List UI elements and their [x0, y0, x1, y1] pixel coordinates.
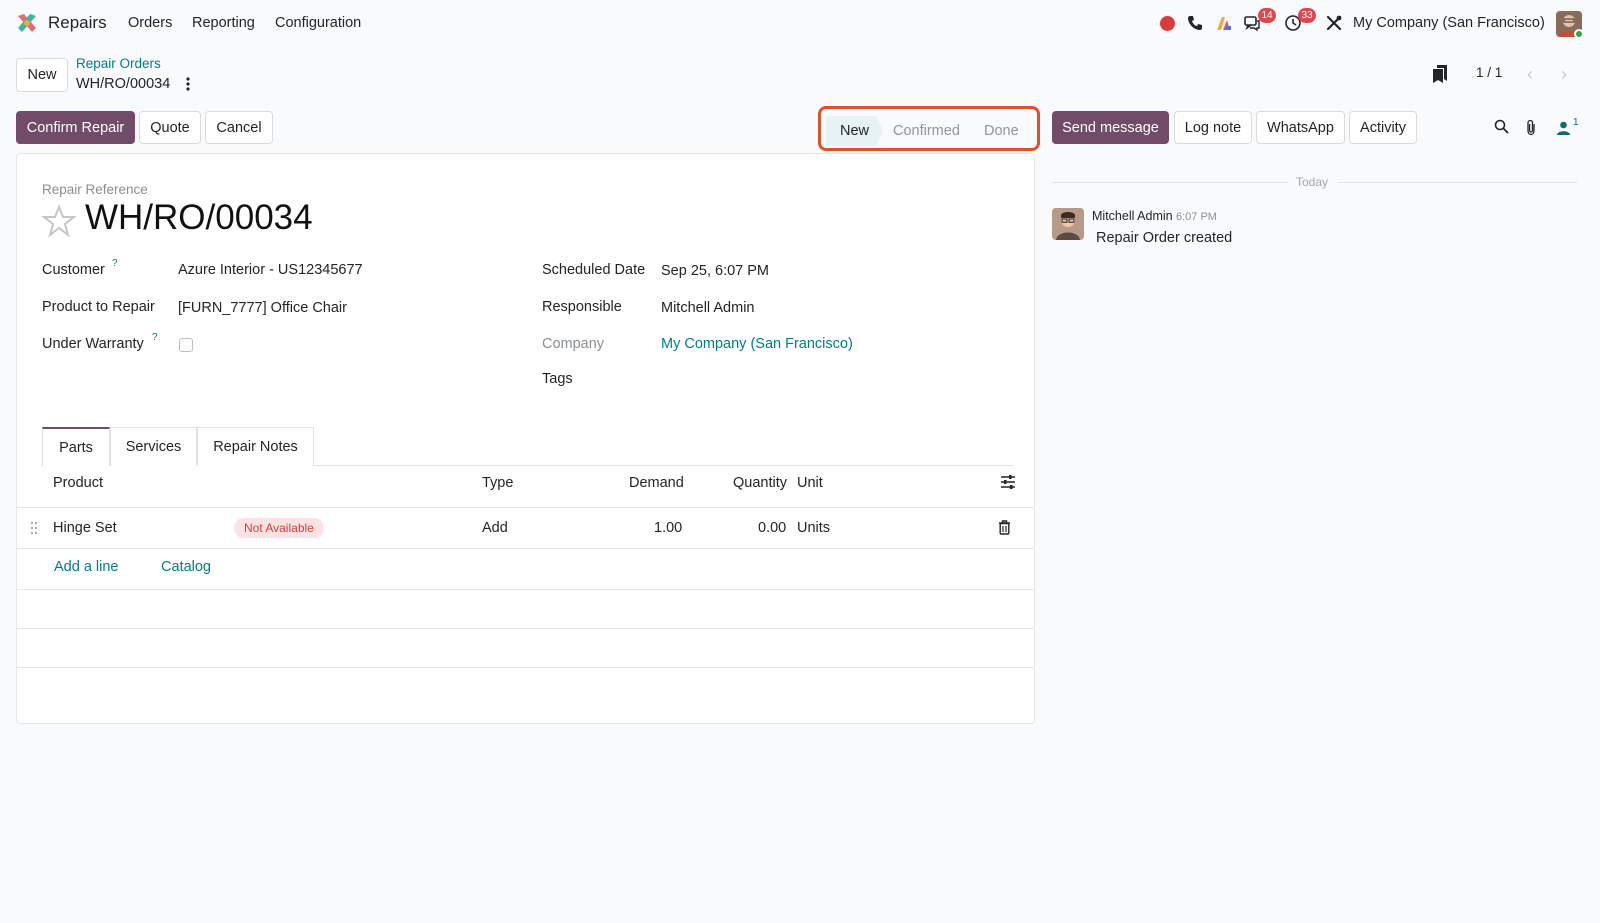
- drag-handle-icon[interactable]: [29, 521, 39, 535]
- whatsapp-button[interactable]: WhatsApp: [1256, 111, 1345, 144]
- activities-badge: 33: [1298, 8, 1316, 23]
- row-quantity[interactable]: 0.00: [758, 520, 786, 536]
- add-line-link[interactable]: Add a line: [54, 559, 119, 575]
- table-empty-row-separator: [17, 589, 1034, 590]
- messages-badge: 14: [1258, 8, 1276, 23]
- warranty-help-icon[interactable]: ?: [152, 332, 158, 343]
- tags-label: Tags: [542, 371, 573, 387]
- status-step-new[interactable]: New: [826, 116, 884, 146]
- company-field[interactable]: My Company (San Francisco): [661, 336, 853, 352]
- customer-help-icon[interactable]: ?: [112, 258, 118, 269]
- followers-icon[interactable]: [1556, 121, 1571, 135]
- table-empty-row-separator: [17, 667, 1034, 668]
- search-icon[interactable]: [1494, 119, 1509, 134]
- repairs-app-icon[interactable]: [16, 12, 38, 34]
- repair-reference-label: Repair Reference: [42, 182, 148, 197]
- top-navbar: Repairs Orders Reporting Configuration 1…: [0, 0, 1600, 46]
- status-step-confirmed[interactable]: Confirmed: [893, 116, 960, 146]
- optional-columns-icon[interactable]: [1000, 474, 1016, 490]
- message-time: 6:07 PM: [1176, 211, 1217, 223]
- availability-badge: Not Available: [234, 518, 324, 538]
- row-type[interactable]: Add: [482, 520, 508, 536]
- star-icon[interactable]: [42, 204, 76, 238]
- row-demand[interactable]: 1.00: [654, 520, 682, 536]
- record-reference-title: WH/RO/00034: [85, 198, 313, 237]
- message-author-avatar[interactable]: [1052, 208, 1084, 240]
- tools-icon[interactable]: [1325, 14, 1343, 32]
- status-step-done[interactable]: Done: [984, 116, 1019, 146]
- message-body: Repair Order created: [1096, 230, 1233, 246]
- pager-value[interactable]: 1 / 1: [1476, 65, 1502, 80]
- phone-icon[interactable]: [1186, 14, 1204, 32]
- company-switcher[interactable]: My Company (San Francisco): [1353, 15, 1545, 31]
- column-demand[interactable]: Demand: [629, 475, 684, 491]
- pager-next-icon[interactable]: ›: [1547, 60, 1581, 88]
- catalog-link[interactable]: Catalog: [161, 559, 211, 575]
- breadcrumb-repair-orders[interactable]: Repair Orders: [76, 56, 161, 71]
- log-note-button[interactable]: Log note: [1174, 111, 1252, 144]
- menu-reporting[interactable]: Reporting: [192, 15, 255, 31]
- customer-label: Customer: [42, 262, 105, 278]
- tab-repair-notes[interactable]: Repair Notes: [197, 427, 314, 466]
- row-product[interactable]: Hinge Set: [53, 520, 117, 536]
- actions-menu-icon[interactable]: [183, 76, 193, 92]
- product-to-repair-label: Product to Repair: [42, 299, 155, 315]
- cancel-button[interactable]: Cancel: [205, 111, 273, 144]
- responsible-label: Responsible: [542, 299, 622, 315]
- table-row-separator: [17, 548, 1034, 549]
- bookmark-icon[interactable]: [1432, 64, 1448, 84]
- column-product[interactable]: Product: [53, 475, 103, 491]
- column-unit[interactable]: Unit: [797, 475, 823, 491]
- tab-services[interactable]: Services: [110, 427, 197, 466]
- record-icon[interactable]: [1160, 16, 1175, 31]
- quote-button[interactable]: Quote: [139, 111, 201, 144]
- activity-button[interactable]: Activity: [1349, 111, 1417, 144]
- column-quantity[interactable]: Quantity: [733, 475, 787, 491]
- pager-previous-icon[interactable]: ‹: [1513, 60, 1547, 88]
- product-to-repair-field[interactable]: [FURN_7777] Office Chair: [178, 300, 347, 316]
- form-sheet: Repair Reference WH/RO/00034 Customer ? …: [16, 153, 1035, 724]
- message-author[interactable]: Mitchell Admin: [1092, 209, 1173, 223]
- menu-configuration[interactable]: Configuration: [275, 15, 361, 31]
- date-separator-label: Today: [1296, 175, 1329, 189]
- trash-icon[interactable]: [998, 520, 1011, 535]
- tab-parts[interactable]: Parts: [42, 427, 110, 466]
- new-record-button[interactable]: New: [16, 58, 68, 92]
- under-warranty-checkbox[interactable]: [179, 338, 193, 352]
- scheduled-date-label: Scheduled Date: [542, 262, 646, 278]
- under-warranty-label: Under Warranty: [42, 336, 144, 352]
- breadcrumb-current-record: WH/RO/00034: [76, 76, 171, 92]
- column-type[interactable]: Type: [482, 475, 513, 491]
- table-empty-row-separator: [17, 628, 1034, 629]
- confirm-repair-button[interactable]: Confirm Repair: [16, 111, 135, 144]
- attachment-icon[interactable]: [1525, 119, 1537, 136]
- app-name[interactable]: Repairs: [48, 13, 107, 33]
- responsible-field[interactable]: Mitchell Admin: [661, 300, 754, 316]
- table-row[interactable]: Hinge Set Not Available Add 1.00 0.00 Un…: [17, 508, 1034, 548]
- customer-field[interactable]: Azure Interior - US12345677: [178, 262, 363, 278]
- date-separator-line: [1052, 182, 1288, 183]
- followers-count[interactable]: 1: [1573, 117, 1579, 128]
- scheduled-date-field[interactable]: Sep 25, 6:07 PM: [661, 263, 769, 279]
- send-message-button[interactable]: Send message: [1052, 111, 1169, 144]
- menu-orders[interactable]: Orders: [128, 15, 172, 31]
- company-label: Company: [542, 336, 605, 352]
- ai-icon[interactable]: [1215, 14, 1233, 32]
- online-status-dot: [1574, 29, 1584, 39]
- row-unit[interactable]: Units: [797, 520, 830, 536]
- date-separator-line: [1338, 182, 1577, 183]
